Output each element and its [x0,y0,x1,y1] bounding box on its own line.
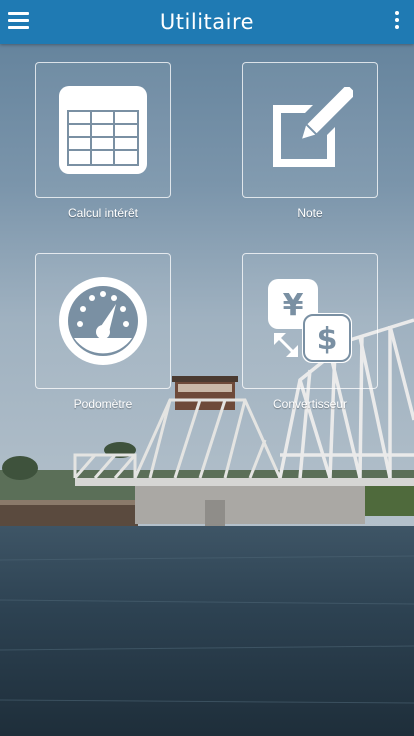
tile-label-convertisseur: Convertisseur [272,397,348,411]
tile-podometre[interactable] [35,253,171,389]
tile-label-podometre: Podomètre [73,397,133,411]
tile-label-calcul-interet: Calcul intérêt [67,206,139,220]
note-edit-icon [273,87,353,167]
svg-text:$: $ [317,322,338,357]
app-bar: Utilitaire [0,0,414,44]
tile-note[interactable] [242,62,378,198]
table-grid-icon [59,86,147,174]
tile-calcul-interet[interactable] [35,62,171,198]
more-vertical-icon[interactable] [394,11,400,33]
page-title: Utilitaire [159,10,255,34]
hamburger-menu-icon[interactable] [8,12,29,32]
tile-label-note: Note [297,206,323,220]
tile-convertisseur[interactable]: ¥ $ [242,253,378,389]
speedometer-gauge-icon [59,277,147,365]
currency-exchange-icon: ¥ $ [268,279,352,363]
svg-text:¥: ¥ [283,288,304,323]
